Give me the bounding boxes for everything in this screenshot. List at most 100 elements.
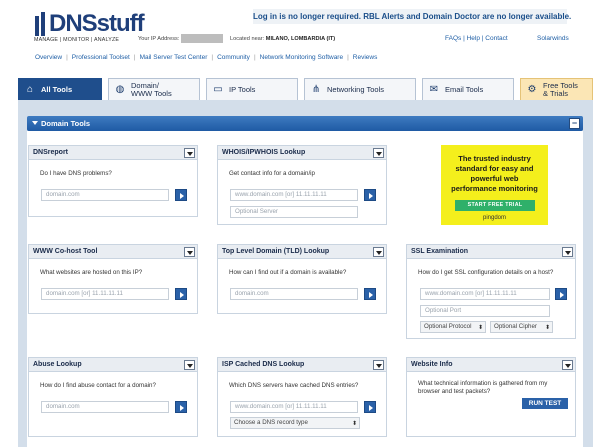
tab-label: Domain/ WWW Tools <box>131 80 172 98</box>
ad-text: The trusted industry standard for easy a… <box>451 154 538 193</box>
faqs-link[interactable]: FAQs <box>445 35 461 42</box>
nav-professional-toolset[interactable]: Professional Toolset <box>72 54 130 61</box>
globe-icon: ◍ <box>115 83 125 95</box>
card-isp-cached-dns: ISP Cached DNS Lookup Which DNS servers … <box>217 357 387 437</box>
start-free-trial-button[interactable]: START FREE TRIAL <box>455 200 535 211</box>
logo-text: DNSstuff <box>49 10 145 37</box>
nav-mail-server-test-center[interactable]: Mail Server Test Center <box>140 54 208 61</box>
select-arrow-icon: ⬍ <box>477 325 483 331</box>
card-desc: Do I have DNS problems? <box>40 170 112 177</box>
domain-tools-header: Domain Tools − <box>27 116 583 131</box>
select-arrow-icon: ⬍ <box>351 421 357 427</box>
dropdown-icon[interactable] <box>184 148 195 158</box>
contact-link[interactable]: Contact <box>485 35 507 42</box>
collapse-button[interactable]: − <box>569 118 580 129</box>
tld-input[interactable]: domain.com <box>230 288 358 300</box>
tool-tabs: ⌂ All Tools ◍ Domain/ WWW Tools ▭ IP Tools … <box>18 78 593 100</box>
nav-community[interactable]: Community <box>217 54 250 61</box>
whois-input[interactable]: www.domain.com [or] 11.11.11.11 <box>230 189 358 201</box>
dnsstuff-logo[interactable]: DNSstuff MANAGE | MONITOR | ANALYZE <box>33 10 145 46</box>
tab-email-tools[interactable]: ✉ Email Tools <box>422 78 514 100</box>
whois-server-input[interactable]: Optional Server <box>230 206 358 218</box>
ssl-host-input[interactable]: www.domain.com [or] 11.11.11.11 <box>420 288 550 300</box>
dropdown-icon[interactable] <box>184 360 195 370</box>
ssl-protocol-select[interactable]: Optional Protocol ⬍ <box>420 321 486 333</box>
location-label: Located near: MILANO, LOMBARDIA (IT) <box>230 36 336 42</box>
card-www-cohost: WWW Co-host Tool What websites are hoste… <box>28 244 198 314</box>
top-nav: Overview | Professional Toolset | Mail Serve… <box>35 54 378 61</box>
select-arrow-icon: ⬍ <box>544 325 550 331</box>
tab-free-tools-trials[interactable]: ⚙ Free Tools & Trials <box>520 78 593 100</box>
nav-overview[interactable]: Overview <box>35 54 62 61</box>
tab-ip-tools[interactable]: ▭ IP Tools <box>206 78 298 100</box>
ip-address-value <box>181 34 223 43</box>
logo-tagline: MANAGE | MONITOR | ANALYZE <box>34 37 120 43</box>
notice-banner: Log in is no longer required. RBL Alerts… <box>253 9 571 24</box>
card-desc: What websites are hosted on this IP? <box>40 269 143 276</box>
card-desc: How can I find out if a domain is availa… <box>229 269 347 276</box>
tab-label: Email Tools <box>445 84 484 94</box>
card-title: WHOIS/IPWHOIS Lookup <box>218 146 386 160</box>
help-link[interactable]: Help <box>467 35 480 42</box>
card-ssl-examination: SSL Examination How do I get SSL configu… <box>406 244 576 339</box>
card-abuse-lookup: Abuse Lookup How do I find abuse contact… <box>28 357 198 437</box>
go-button[interactable] <box>555 288 567 300</box>
dropdown-icon[interactable] <box>373 360 384 370</box>
card-desc: What technical information is gathered f… <box>418 380 548 387</box>
ip-address-label: Your IP Address: <box>138 36 180 42</box>
solarwinds-link[interactable]: Solarwinds <box>537 35 569 42</box>
card-title: Abuse Lookup <box>29 358 197 372</box>
dropdown-icon[interactable] <box>373 148 384 158</box>
card-desc: How do I find abuse contact for a domain… <box>40 382 156 389</box>
go-button[interactable] <box>364 401 376 413</box>
header: DNSstuff MANAGE | MONITOR | ANALYZE Your… <box>0 0 610 50</box>
monitor-icon: ▭ <box>213 83 223 95</box>
card-website-info: Website Info What technical information … <box>406 357 576 437</box>
card-desc: Which DNS servers have cached DNS entrie… <box>229 382 359 389</box>
pingdom-ad[interactable]: The trusted industry standard for easy a… <box>441 145 548 225</box>
go-button[interactable] <box>175 401 187 413</box>
go-button[interactable] <box>364 189 376 201</box>
envelope-icon: ✉ <box>429 83 439 95</box>
card-dnsreport: DNSreport Do I have DNS problems? domain… <box>28 145 198 217</box>
dropdown-icon[interactable] <box>562 360 573 370</box>
dropdown-icon[interactable] <box>373 247 384 257</box>
dropdown-icon[interactable] <box>562 247 573 257</box>
run-test-button[interactable]: RUN TEST <box>522 398 568 409</box>
ssl-port-input[interactable]: Optional Port <box>420 305 550 317</box>
ispdns-input[interactable]: www.domain.com [or] 11.11.11.11 <box>230 401 358 413</box>
card-title: DNSreport <box>29 146 197 160</box>
nav-network-monitoring-software[interactable]: Network Monitoring Software <box>260 54 343 61</box>
ssl-cipher-select[interactable]: Optional Cipher ⬍ <box>490 321 553 333</box>
tab-networking-tools[interactable]: ⋔ Networking Tools <box>304 78 416 100</box>
card-desc: Get contact info for a domain/ip <box>229 170 315 177</box>
card-title: WWW Co-host Tool <box>29 245 197 259</box>
abuse-input[interactable]: domain.com <box>41 401 169 413</box>
card-desc: How do I get SSL configuration details o… <box>418 269 554 276</box>
card-title: Top Level Domain (TLD) Lookup <box>218 245 386 259</box>
card-tld-lookup: Top Level Domain (TLD) Lookup How can I … <box>217 244 387 314</box>
tab-label: All Tools <box>41 84 73 94</box>
location-value: MILANO, LOMBARDIA (IT) <box>265 36 336 42</box>
go-button[interactable] <box>364 288 376 300</box>
dropdown-icon[interactable] <box>184 247 195 257</box>
dnsreport-input[interactable]: domain.com <box>41 189 169 201</box>
network-icon: ⋔ <box>311 83 321 95</box>
tab-label: Networking Tools <box>327 84 384 94</box>
dns-record-type-select[interactable]: Choose a DNS record type ⬍ <box>230 417 360 429</box>
card-title: Website Info <box>407 358 575 372</box>
go-button[interactable] <box>175 189 187 201</box>
card-whois: WHOIS/IPWHOIS Lookup Get contact info fo… <box>217 145 387 225</box>
cohost-input[interactable]: domain.com [or] 11.11.11.11 <box>41 288 169 300</box>
go-button[interactable] <box>175 288 187 300</box>
gear-icon: ⚙ <box>527 83 537 95</box>
card-title: SSL Examination <box>407 245 575 259</box>
home-icon: ⌂ <box>26 83 34 95</box>
nav-reviews[interactable]: Reviews <box>353 54 378 61</box>
tab-domain-www-tools[interactable]: ◍ Domain/ WWW Tools <box>108 78 200 100</box>
tab-label: Free Tools & Trials <box>543 80 578 98</box>
section-title: Domain Tools <box>41 119 91 128</box>
tab-all-tools[interactable]: ⌂ All Tools <box>18 78 102 100</box>
card-desc: browser and test packets? <box>418 388 491 395</box>
caret-down-icon <box>32 121 38 125</box>
